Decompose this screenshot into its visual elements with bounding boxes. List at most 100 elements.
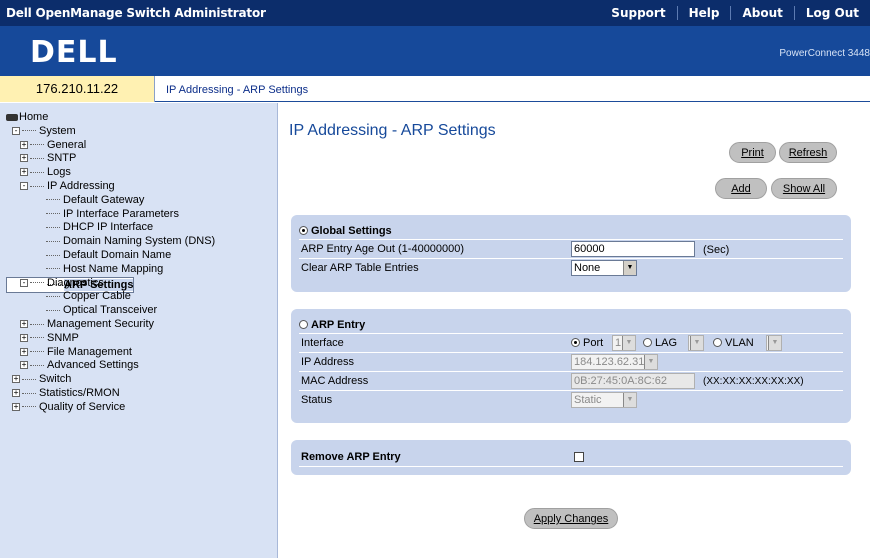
lag-select[interactable]: ▼ [688, 335, 704, 351]
global-settings-radio[interactable] [299, 226, 308, 235]
device-ip: 176.210.11.22 [0, 76, 155, 102]
collapse-icon[interactable]: - [12, 126, 20, 135]
sidebar: Home - System + General + SNTP + Logs - IP Address… [0, 103, 278, 558]
clear-arp-row: Clear ARP Table Entries None ▼ [299, 259, 843, 278]
remove-arp-checkbox[interactable] [574, 452, 584, 462]
tree-connector [30, 323, 44, 325]
expand-icon[interactable]: + [12, 375, 20, 384]
expand-icon[interactable]: + [20, 140, 28, 149]
model-name: PowerConnect 3448 [779, 48, 870, 59]
ip-address-row: IP Address 184.123.62.31 ▼ [299, 353, 843, 372]
sidebar-item-statistics-rmon[interactable]: + Statistics/RMON [6, 387, 215, 401]
collapse-icon[interactable]: - [20, 182, 28, 191]
sidebar-item-label: Default Domain Name [63, 248, 172, 261]
banner: DELL PowerConnect 3448 [0, 26, 870, 76]
refresh-button[interactable]: Refresh [779, 142, 837, 163]
sidebar-item-snmp[interactable]: + SNMP [6, 332, 215, 346]
nav-tree: Home - System + General + SNTP + Logs - IP Address… [6, 111, 215, 415]
sidebar-item-file-management[interactable]: + File Management [6, 346, 215, 360]
lag-radio[interactable] [643, 338, 652, 347]
sidebar-item-copper-cable[interactable]: Copper Cable [6, 290, 215, 304]
dropdown-arrow-icon: ▼ [690, 336, 703, 350]
tree-connector [30, 282, 44, 284]
sidebar-item-label: Statistics/RMON [39, 386, 120, 399]
expand-icon[interactable]: + [20, 320, 28, 329]
sidebar-item-domain-naming-system-dns[interactable]: Domain Naming System (DNS) [6, 235, 215, 249]
remove-arp-label: Remove ARP Entry [301, 451, 401, 463]
sidebar-item-ip-addressing[interactable]: - IP Addressing [6, 180, 215, 194]
global-settings-header: Global Settings [299, 223, 843, 240]
sidebar-item-sntp[interactable]: + SNTP [6, 152, 215, 166]
app-title: Dell OpenManage Switch Administrator [6, 6, 266, 20]
sidebar-item-home[interactable]: Home [6, 111, 215, 125]
port-select[interactable]: 1 ▼ [612, 335, 636, 351]
port-radio[interactable] [571, 338, 580, 347]
dropdown-arrow-icon: ▼ [622, 336, 635, 350]
expand-icon[interactable]: + [12, 389, 20, 398]
sidebar-item-label: IP Interface Parameters [63, 207, 179, 220]
tree-connector [22, 130, 36, 132]
expand-icon[interactable]: + [12, 402, 20, 411]
logout-link[interactable]: Log Out [793, 6, 870, 20]
vlan-select[interactable]: ▼ [766, 335, 782, 351]
lag-option[interactable]: LAG [643, 334, 677, 352]
status-label: Status [301, 394, 333, 406]
sidebar-item-default-gateway[interactable]: Default Gateway [6, 194, 215, 208]
expand-icon[interactable]: + [20, 361, 28, 370]
add-button[interactable]: Add [715, 178, 767, 199]
vlan-option[interactable]: VLAN [713, 334, 754, 352]
sidebar-item-default-domain-name[interactable]: Default Domain Name [6, 249, 215, 263]
sidebar-item-advanced-settings[interactable]: + Advanced Settings [6, 359, 215, 373]
sidebar-item-label: General [47, 138, 87, 151]
sidebar-item-optical-transceiver[interactable]: Optical Transceiver [6, 304, 215, 318]
address-bar: 176.210.11.22 IP Addressing - ARP Settin… [0, 76, 870, 102]
sidebar-item-dhcp-ip-interface[interactable]: DHCP IP Interface [6, 221, 215, 235]
tree-connector [30, 337, 44, 339]
sidebar-item-label: Host Name Mapping [63, 262, 164, 275]
ip-address-select[interactable]: 184.123.62.31 ▼ [571, 354, 658, 370]
interface-label: Interface [301, 337, 344, 349]
ip-address-label: IP Address [301, 356, 354, 368]
arp-entry-title: ARP Entry [311, 319, 366, 331]
support-link[interactable]: Support [600, 6, 676, 20]
sidebar-item-system[interactable]: - System [6, 125, 215, 139]
sidebar-item-quality-of-service[interactable]: + Quality of Service [6, 401, 215, 415]
collapse-icon[interactable]: - [20, 278, 28, 287]
age-out-input[interactable]: 60000 [571, 241, 695, 257]
expand-icon[interactable]: + [20, 333, 28, 342]
sidebar-item-diagnostics[interactable]: - Diagnostics [6, 277, 215, 291]
show-all-button[interactable]: Show All [771, 178, 837, 199]
mac-address-input[interactable]: 0B:27:45:0A:8C:62 [571, 373, 695, 389]
tree-connector [46, 254, 60, 256]
tree-connector [22, 392, 36, 394]
port-option[interactable]: Port [571, 334, 603, 352]
expand-icon[interactable]: + [20, 168, 28, 177]
about-link[interactable]: About [730, 6, 793, 20]
sidebar-item-host-name-mapping[interactable]: Host Name Mapping [6, 263, 215, 277]
tree-connector [46, 295, 60, 297]
sidebar-item-ip-interface-parameters[interactable]: IP Interface Parameters [6, 208, 215, 222]
status-select[interactable]: Static ▼ [571, 392, 637, 408]
vlan-radio[interactable] [713, 338, 722, 347]
tree-connector [30, 157, 44, 159]
age-out-row: ARP Entry Age Out (1-40000000) 60000 (Se… [299, 240, 843, 259]
arp-entry-radio[interactable] [299, 320, 308, 329]
sidebar-item-label: Logs [47, 166, 71, 179]
clear-arp-select[interactable]: None ▼ [571, 260, 637, 276]
sidebar-item-label: Quality of Service [39, 400, 126, 413]
help-link[interactable]: Help [676, 6, 731, 20]
sidebar-item-logs[interactable]: + Logs [6, 166, 215, 180]
sidebar-item-management-security[interactable]: + Management Security [6, 318, 215, 332]
lag-label: LAG [655, 337, 678, 349]
mac-format-hint: (XX:XX:XX:XX:XX:XX) [703, 376, 804, 387]
expand-icon[interactable]: + [20, 347, 28, 356]
port-value: 1 [615, 337, 622, 349]
apply-changes-button[interactable]: Apply Changes [524, 508, 618, 529]
sidebar-item-general[interactable]: + General [6, 139, 215, 153]
expand-icon[interactable]: + [20, 154, 28, 163]
status-value: Static [574, 394, 602, 406]
status-row: Status Static ▼ [299, 391, 843, 410]
tree-connector [22, 406, 36, 408]
sidebar-item-switch[interactable]: + Switch [6, 373, 215, 387]
print-button[interactable]: Print [729, 142, 776, 163]
